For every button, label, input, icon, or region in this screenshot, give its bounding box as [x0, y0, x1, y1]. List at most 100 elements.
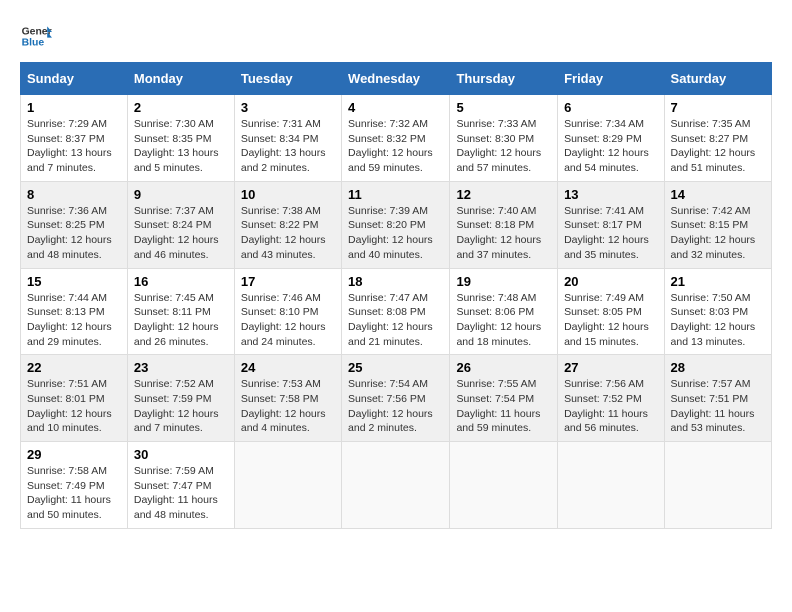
day-info: Sunrise: 7:34 AMSunset: 8:29 PMDaylight:… — [564, 117, 657, 176]
calendar-cell: 21 Sunrise: 7:50 AMSunset: 8:03 PMDayligh… — [664, 268, 771, 355]
calendar-cell: 15 Sunrise: 7:44 AMSunset: 8:13 PMDayligh… — [21, 268, 128, 355]
weekday-header: Monday — [127, 63, 234, 95]
day-number: 20 — [564, 274, 657, 289]
day-number: 28 — [671, 360, 765, 375]
calendar-cell: 4 Sunrise: 7:32 AMSunset: 8:32 PMDaylight… — [342, 95, 450, 182]
logo: General Blue — [20, 20, 52, 52]
calendar-cell: 24Sunrise: 7:53 AMSunset: 7:58 PMDayligh… — [234, 355, 341, 442]
day-info: Sunrise: 7:56 AMSunset: 7:52 PMDaylight:… — [564, 377, 657, 436]
day-number: 29 — [27, 447, 121, 462]
day-info: Sunrise: 7:32 AMSunset: 8:32 PMDaylight:… — [348, 117, 443, 176]
calendar-cell: 6 Sunrise: 7:34 AMSunset: 8:29 PMDaylight… — [558, 95, 664, 182]
day-number: 13 — [564, 187, 657, 202]
day-number: 25 — [348, 360, 443, 375]
day-number: 17 — [241, 274, 335, 289]
calendar-cell: 25 Sunrise: 7:54 AMSunset: 7:56 PMDayligh… — [342, 355, 450, 442]
day-info: Sunrise: 7:53 AMSunset: 7:58 PMDaylight:… — [241, 377, 335, 436]
day-number: 11 — [348, 187, 443, 202]
day-number: 9 — [134, 187, 228, 202]
day-info: Sunrise: 7:39 AMSunset: 8:20 PMDaylight:… — [348, 204, 443, 263]
calendar-cell: 12 Sunrise: 7:40 AMSunset: 8:18 PMDayligh… — [450, 181, 558, 268]
day-info: Sunrise: 7:37 AMSunset: 8:24 PMDaylight:… — [134, 204, 228, 263]
day-number: 6 — [564, 100, 657, 115]
calendar-cell: 7 Sunrise: 7:35 AMSunset: 8:27 PMDaylight… — [664, 95, 771, 182]
calendar-cell: 2 Sunrise: 7:30 AMSunset: 8:35 PMDaylight… — [127, 95, 234, 182]
calendar-cell — [342, 442, 450, 529]
calendar-cell: 10 Sunrise: 7:38 AMSunset: 8:22 PMDayligh… — [234, 181, 341, 268]
day-info: Sunrise: 7:52 AMSunset: 7:59 PMDaylight:… — [134, 377, 228, 436]
day-info: Sunrise: 7:44 AMSunset: 8:13 PMDaylight:… — [27, 291, 121, 350]
day-number: 5 — [456, 100, 551, 115]
day-info: Sunrise: 7:58 AMSunset: 7:49 PMDaylight:… — [27, 464, 121, 523]
day-number: 3 — [241, 100, 335, 115]
day-number: 30 — [134, 447, 228, 462]
day-number: 10 — [241, 187, 335, 202]
calendar-cell — [558, 442, 664, 529]
day-number: 26 — [456, 360, 551, 375]
page-header: General Blue — [20, 20, 772, 52]
day-info: Sunrise: 7:40 AMSunset: 8:18 PMDaylight:… — [456, 204, 551, 263]
day-number: 4 — [348, 100, 443, 115]
day-info: Sunrise: 7:46 AMSunset: 8:10 PMDaylight:… — [241, 291, 335, 350]
day-info: Sunrise: 7:30 AMSunset: 8:35 PMDaylight:… — [134, 117, 228, 176]
calendar-week-row: 22 Sunrise: 7:51 AMSunset: 8:01 PMDayligh… — [21, 355, 772, 442]
calendar-cell: 27 Sunrise: 7:56 AMSunset: 7:52 PMDayligh… — [558, 355, 664, 442]
calendar-header-row: SundayMondayTuesdayWednesdayThursdayFrid… — [21, 63, 772, 95]
day-info: Sunrise: 7:50 AMSunset: 8:03 PMDaylight:… — [671, 291, 765, 350]
day-number: 16 — [134, 274, 228, 289]
day-info: Sunrise: 7:31 AMSunset: 8:34 PMDaylight:… — [241, 117, 335, 176]
calendar-week-row: 8Sunrise: 7:36 AMSunset: 8:25 PMDaylight… — [21, 181, 772, 268]
calendar-week-row: 15 Sunrise: 7:44 AMSunset: 8:13 PMDayligh… — [21, 268, 772, 355]
day-number: 2 — [134, 100, 228, 115]
day-info: Sunrise: 7:29 AMSunset: 8:37 PMDaylight:… — [27, 117, 121, 176]
day-number: 18 — [348, 274, 443, 289]
calendar-cell: 23 Sunrise: 7:52 AMSunset: 7:59 PMDayligh… — [127, 355, 234, 442]
day-number: 12 — [456, 187, 551, 202]
weekday-header: Saturday — [664, 63, 771, 95]
day-number: 27 — [564, 360, 657, 375]
calendar-cell: 11 Sunrise: 7:39 AMSunset: 8:20 PMDayligh… — [342, 181, 450, 268]
logo-icon: General Blue — [20, 20, 52, 52]
day-info: Sunrise: 7:49 AMSunset: 8:05 PMDaylight:… — [564, 291, 657, 350]
day-info: Sunrise: 7:59 AMSunset: 7:47 PMDaylight:… — [134, 464, 228, 523]
calendar-cell — [234, 442, 341, 529]
day-number: 19 — [456, 274, 551, 289]
calendar-cell: 1 Sunrise: 7:29 AMSunset: 8:37 PMDaylight… — [21, 95, 128, 182]
calendar-cell: 8Sunrise: 7:36 AMSunset: 8:25 PMDaylight… — [21, 181, 128, 268]
calendar-cell: 5 Sunrise: 7:33 AMSunset: 8:30 PMDaylight… — [450, 95, 558, 182]
calendar-cell: 14 Sunrise: 7:42 AMSunset: 8:15 PMDayligh… — [664, 181, 771, 268]
weekday-header: Friday — [558, 63, 664, 95]
calendar-cell — [664, 442, 771, 529]
day-info: Sunrise: 7:51 AMSunset: 8:01 PMDaylight:… — [27, 377, 121, 436]
calendar-cell: 20 Sunrise: 7:49 AMSunset: 8:05 PMDayligh… — [558, 268, 664, 355]
calendar-cell: 30 Sunrise: 7:59 AMSunset: 7:47 PMDayligh… — [127, 442, 234, 529]
day-info: Sunrise: 7:38 AMSunset: 8:22 PMDaylight:… — [241, 204, 335, 263]
day-info: Sunrise: 7:42 AMSunset: 8:15 PMDaylight:… — [671, 204, 765, 263]
day-info: Sunrise: 7:41 AMSunset: 8:17 PMDaylight:… — [564, 204, 657, 263]
calendar-week-row: 29 Sunrise: 7:58 AMSunset: 7:49 PMDayligh… — [21, 442, 772, 529]
day-number: 8 — [27, 187, 121, 202]
calendar-cell: 13 Sunrise: 7:41 AMSunset: 8:17 PMDayligh… — [558, 181, 664, 268]
day-info: Sunrise: 7:55 AMSunset: 7:54 PMDaylight:… — [456, 377, 551, 436]
day-number: 23 — [134, 360, 228, 375]
day-info: Sunrise: 7:48 AMSunset: 8:06 PMDaylight:… — [456, 291, 551, 350]
day-info: Sunrise: 7:54 AMSunset: 7:56 PMDaylight:… — [348, 377, 443, 436]
calendar-cell — [450, 442, 558, 529]
calendar-cell: 28 Sunrise: 7:57 AMSunset: 7:51 PMDayligh… — [664, 355, 771, 442]
svg-text:Blue: Blue — [22, 38, 45, 49]
day-info: Sunrise: 7:33 AMSunset: 8:30 PMDaylight:… — [456, 117, 551, 176]
calendar-cell: 3 Sunrise: 7:31 AMSunset: 8:34 PMDaylight… — [234, 95, 341, 182]
day-number: 15 — [27, 274, 121, 289]
weekday-header: Thursday — [450, 63, 558, 95]
calendar-cell: 22 Sunrise: 7:51 AMSunset: 8:01 PMDayligh… — [21, 355, 128, 442]
day-info: Sunrise: 7:35 AMSunset: 8:27 PMDaylight:… — [671, 117, 765, 176]
day-info: Sunrise: 7:57 AMSunset: 7:51 PMDaylight:… — [671, 377, 765, 436]
calendar-week-row: 1 Sunrise: 7:29 AMSunset: 8:37 PMDaylight… — [21, 95, 772, 182]
day-number: 7 — [671, 100, 765, 115]
day-number: 1 — [27, 100, 121, 115]
day-number: 14 — [671, 187, 765, 202]
day-number: 22 — [27, 360, 121, 375]
calendar-table: SundayMondayTuesdayWednesdayThursdayFrid… — [20, 62, 772, 529]
weekday-header: Sunday — [21, 63, 128, 95]
day-number: 21 — [671, 274, 765, 289]
